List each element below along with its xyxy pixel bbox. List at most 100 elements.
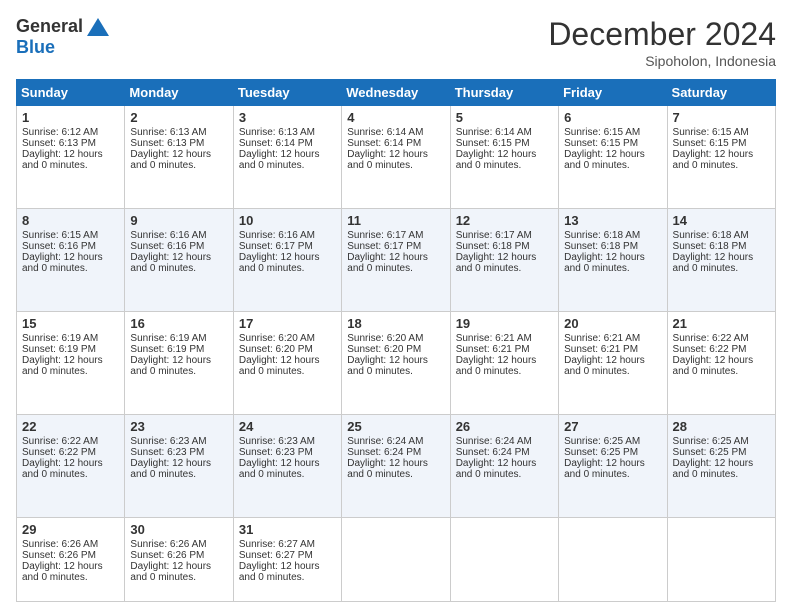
daylight-detail: and 0 minutes. (22, 469, 88, 480)
sunrise: Sunrise: 6:23 AM (239, 436, 315, 447)
daylight-detail: and 0 minutes. (456, 160, 522, 171)
sunset: Sunset: 6:21 PM (564, 344, 638, 355)
table-row (667, 517, 775, 601)
sunset: Sunset: 6:18 PM (564, 241, 638, 252)
daylight-label: Daylight: 12 hours (130, 458, 211, 469)
day-number: 31 (239, 522, 336, 537)
day-number: 7 (673, 110, 770, 125)
daylight-detail: and 0 minutes. (239, 366, 305, 377)
sunrise: Sunrise: 6:17 AM (456, 230, 532, 241)
daylight-label: Daylight: 12 hours (564, 458, 645, 469)
sunrise: Sunrise: 6:20 AM (347, 333, 423, 344)
daylight-label: Daylight: 12 hours (673, 355, 754, 366)
daylight-detail: and 0 minutes. (564, 469, 630, 480)
daylight-label: Daylight: 12 hours (22, 458, 103, 469)
title-block: December 2024 Sipoholon, Indonesia (548, 16, 776, 69)
sunrise: Sunrise: 6:19 AM (22, 333, 98, 344)
sunset: Sunset: 6:21 PM (456, 344, 530, 355)
col-thursday: Thursday (450, 80, 558, 106)
sunrise: Sunrise: 6:15 AM (22, 230, 98, 241)
daylight-detail: and 0 minutes. (130, 469, 196, 480)
table-row: 4Sunrise: 6:14 AMSunset: 6:14 PMDaylight… (342, 106, 450, 209)
sunrise: Sunrise: 6:13 AM (239, 127, 315, 138)
sunrise: Sunrise: 6:23 AM (130, 436, 206, 447)
sunrise: Sunrise: 6:20 AM (239, 333, 315, 344)
table-row: 25Sunrise: 6:24 AMSunset: 6:24 PMDayligh… (342, 414, 450, 517)
sunset: Sunset: 6:24 PM (456, 447, 530, 458)
daylight-detail: and 0 minutes. (22, 366, 88, 377)
sunset: Sunset: 6:16 PM (22, 241, 96, 252)
day-number: 16 (130, 316, 227, 331)
col-friday: Friday (559, 80, 667, 106)
day-number: 29 (22, 522, 119, 537)
daylight-label: Daylight: 12 hours (239, 355, 320, 366)
day-number: 18 (347, 316, 444, 331)
table-row: 7Sunrise: 6:15 AMSunset: 6:15 PMDaylight… (667, 106, 775, 209)
sunrise: Sunrise: 6:18 AM (564, 230, 640, 241)
daylight-label: Daylight: 12 hours (456, 149, 537, 160)
daylight-detail: and 0 minutes. (564, 263, 630, 274)
table-row: 30Sunrise: 6:26 AMSunset: 6:26 PMDayligh… (125, 517, 233, 601)
sunrise: Sunrise: 6:12 AM (22, 127, 98, 138)
table-row: 14Sunrise: 6:18 AMSunset: 6:18 PMDayligh… (667, 208, 775, 311)
sunrise: Sunrise: 6:22 AM (673, 333, 749, 344)
table-row: 31Sunrise: 6:27 AMSunset: 6:27 PMDayligh… (233, 517, 341, 601)
sunset: Sunset: 6:25 PM (564, 447, 638, 458)
sunrise: Sunrise: 6:24 AM (347, 436, 423, 447)
sunset: Sunset: 6:23 PM (130, 447, 204, 458)
daylight-label: Daylight: 12 hours (673, 149, 754, 160)
day-number: 3 (239, 110, 336, 125)
sunset: Sunset: 6:17 PM (239, 241, 313, 252)
day-number: 17 (239, 316, 336, 331)
day-number: 5 (456, 110, 553, 125)
page-header: General Blue December 2024 Sipoholon, In… (16, 16, 776, 69)
daylight-detail: and 0 minutes. (673, 469, 739, 480)
day-number: 4 (347, 110, 444, 125)
sunset: Sunset: 6:20 PM (239, 344, 313, 355)
day-number: 21 (673, 316, 770, 331)
sunset: Sunset: 6:16 PM (130, 241, 204, 252)
sunset: Sunset: 6:13 PM (130, 138, 204, 149)
daylight-label: Daylight: 12 hours (456, 458, 537, 469)
table-row: 26Sunrise: 6:24 AMSunset: 6:24 PMDayligh… (450, 414, 558, 517)
sunset: Sunset: 6:22 PM (673, 344, 747, 355)
daylight-label: Daylight: 12 hours (22, 355, 103, 366)
day-number: 22 (22, 419, 119, 434)
day-number: 19 (456, 316, 553, 331)
table-row: 1Sunrise: 6:12 AMSunset: 6:13 PMDaylight… (17, 106, 125, 209)
sunset: Sunset: 6:17 PM (347, 241, 421, 252)
table-row: 20Sunrise: 6:21 AMSunset: 6:21 PMDayligh… (559, 311, 667, 414)
daylight-detail: and 0 minutes. (347, 263, 413, 274)
day-number: 11 (347, 213, 444, 228)
daylight-detail: and 0 minutes. (22, 160, 88, 171)
daylight-detail: and 0 minutes. (456, 469, 522, 480)
daylight-label: Daylight: 12 hours (130, 355, 211, 366)
calendar-header-row: Sunday Monday Tuesday Wednesday Thursday… (17, 80, 776, 106)
page-container: General Blue December 2024 Sipoholon, In… (0, 0, 792, 612)
table-row (342, 517, 450, 601)
sunset: Sunset: 6:14 PM (239, 138, 313, 149)
sunrise: Sunrise: 6:26 AM (130, 539, 206, 550)
sunrise: Sunrise: 6:24 AM (456, 436, 532, 447)
daylight-detail: and 0 minutes. (456, 366, 522, 377)
daylight-detail: and 0 minutes. (347, 366, 413, 377)
day-number: 9 (130, 213, 227, 228)
sunrise: Sunrise: 6:22 AM (22, 436, 98, 447)
sunrise: Sunrise: 6:21 AM (564, 333, 640, 344)
daylight-detail: and 0 minutes. (239, 263, 305, 274)
sunrise: Sunrise: 6:14 AM (347, 127, 423, 138)
sunset: Sunset: 6:13 PM (22, 138, 96, 149)
sunset: Sunset: 6:27 PM (239, 550, 313, 561)
table-row: 27Sunrise: 6:25 AMSunset: 6:25 PMDayligh… (559, 414, 667, 517)
daylight-detail: and 0 minutes. (564, 366, 630, 377)
logo-icon (87, 18, 109, 36)
daylight-label: Daylight: 12 hours (456, 252, 537, 263)
daylight-detail: and 0 minutes. (22, 263, 88, 274)
daylight-detail: and 0 minutes. (564, 160, 630, 171)
sunset: Sunset: 6:18 PM (456, 241, 530, 252)
table-row: 9Sunrise: 6:16 AMSunset: 6:16 PMDaylight… (125, 208, 233, 311)
table-row (559, 517, 667, 601)
table-row: 16Sunrise: 6:19 AMSunset: 6:19 PMDayligh… (125, 311, 233, 414)
logo-blue-text: Blue (16, 37, 55, 57)
daylight-detail: and 0 minutes. (239, 160, 305, 171)
